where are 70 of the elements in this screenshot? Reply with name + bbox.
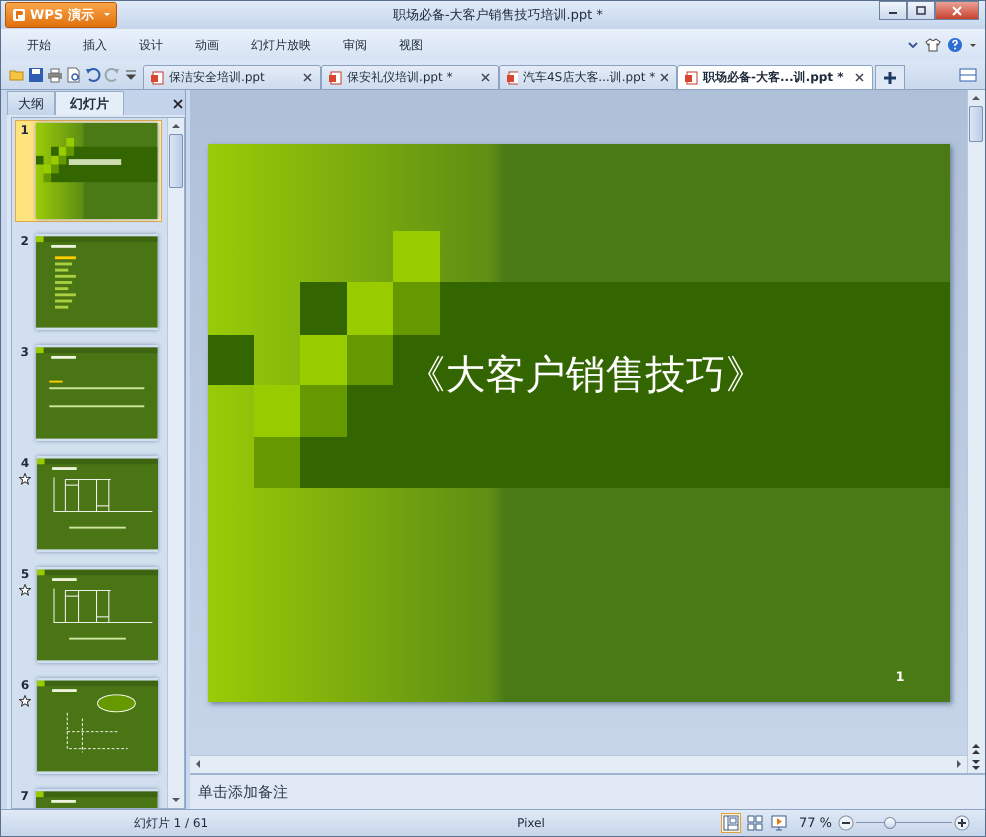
document-tab[interactable]: 保洁安全培训.ppt: [143, 65, 321, 89]
slideshow-icon: [771, 815, 787, 831]
slide-number: 6: [20, 678, 30, 692]
slide-list-item[interactable]: 7: [15, 786, 162, 808]
presentation-file-icon: [150, 70, 164, 84]
menu-item[interactable]: 设计: [123, 36, 179, 54]
zoom-slider-thumb[interactable]: [884, 817, 896, 829]
normal-view-button[interactable]: [721, 813, 741, 833]
close-icon[interactable]: [303, 73, 312, 82]
close-icon: [952, 6, 962, 16]
notes-field[interactable]: 单击添加备注: [190, 773, 985, 809]
shirt-icon[interactable]: [925, 37, 941, 53]
menu-item[interactable]: 审阅: [327, 36, 383, 54]
presentation-file-icon: [684, 70, 698, 84]
theme-name: Pixel: [516, 816, 546, 830]
menu-item[interactable]: 插入: [67, 36, 123, 54]
presentation-file-icon: [328, 70, 342, 84]
menu-item[interactable]: 幻灯片放映: [235, 36, 327, 54]
panel-tab[interactable]: 幻灯片: [55, 91, 124, 115]
slide-page-number: 1: [896, 670, 905, 685]
slide-list-item[interactable]: 4: [15, 453, 162, 555]
panel-tab[interactable]: 大纲: [7, 91, 55, 115]
slide-number: 4: [20, 456, 30, 470]
slide-list-item[interactable]: 1: [15, 120, 162, 222]
slide-list-item[interactable]: 2: [15, 231, 162, 333]
normal-view-icon: [723, 815, 739, 831]
printer-icon[interactable]: [47, 67, 63, 83]
scrollbar-thumb[interactable]: [169, 134, 183, 188]
slide-number: 2: [20, 234, 29, 248]
menu-item[interactable]: 视图: [383, 36, 439, 54]
slide-list-item[interactable]: 6: [15, 675, 162, 777]
slide-list-item[interactable]: 3: [15, 342, 162, 444]
slide-number: 1: [20, 123, 29, 137]
scrollbar-thumb[interactable]: [969, 106, 983, 142]
slide-sorter-button[interactable]: [745, 813, 765, 833]
document-tab[interactable]: 汽车4S店大客...训.ppt *: [499, 65, 677, 89]
presentation-file-icon: [506, 70, 518, 84]
slide-list-item[interactable]: 5: [15, 564, 162, 666]
slide-counter: 幻灯片 1 / 61: [132, 814, 210, 832]
print-preview-icon[interactable]: [66, 67, 82, 83]
new-tab-button[interactable]: [875, 65, 905, 89]
slide-number: 3: [20, 345, 29, 359]
app-logo: [12, 8, 26, 22]
window-layout-icon[interactable]: [959, 68, 977, 82]
slide-title: 《大客户销售技巧》: [406, 351, 766, 400]
document-tab[interactable]: 保安礼仪培训.ppt *: [321, 65, 499, 89]
help-icon[interactable]: [947, 37, 963, 53]
slide-number: 7: [20, 789, 29, 803]
close-icon[interactable]: [855, 73, 864, 82]
plus-icon: [883, 70, 897, 84]
menu-item[interactable]: 开始: [11, 36, 67, 54]
minimize-button[interactable]: [879, 1, 907, 20]
maximize-button[interactable]: [907, 1, 935, 20]
close-icon[interactable]: [660, 73, 668, 82]
undo-icon[interactable]: [85, 67, 101, 83]
slide-number: 5: [20, 567, 30, 581]
zoom-in-icon[interactable]: [954, 815, 970, 831]
slideshow-button[interactable]: [769, 813, 789, 833]
grid-icon: [747, 815, 763, 831]
menu-item[interactable]: 动画: [179, 36, 235, 54]
document-tab[interactable]: 职场必备-大客...训.ppt *: [677, 65, 873, 89]
close-button[interactable]: [935, 1, 979, 20]
window-title: 职场必备-大客户销售技巧培训.ppt *: [392, 7, 604, 24]
zoom-percent: 77 %: [799, 816, 832, 830]
zoom-out-icon[interactable]: [838, 815, 854, 831]
caret-icon[interactable]: [969, 41, 977, 49]
close-icon[interactable]: [481, 73, 490, 82]
save-icon[interactable]: [28, 67, 44, 83]
maximize-icon: [916, 6, 926, 15]
close-icon[interactable]: [171, 97, 185, 111]
